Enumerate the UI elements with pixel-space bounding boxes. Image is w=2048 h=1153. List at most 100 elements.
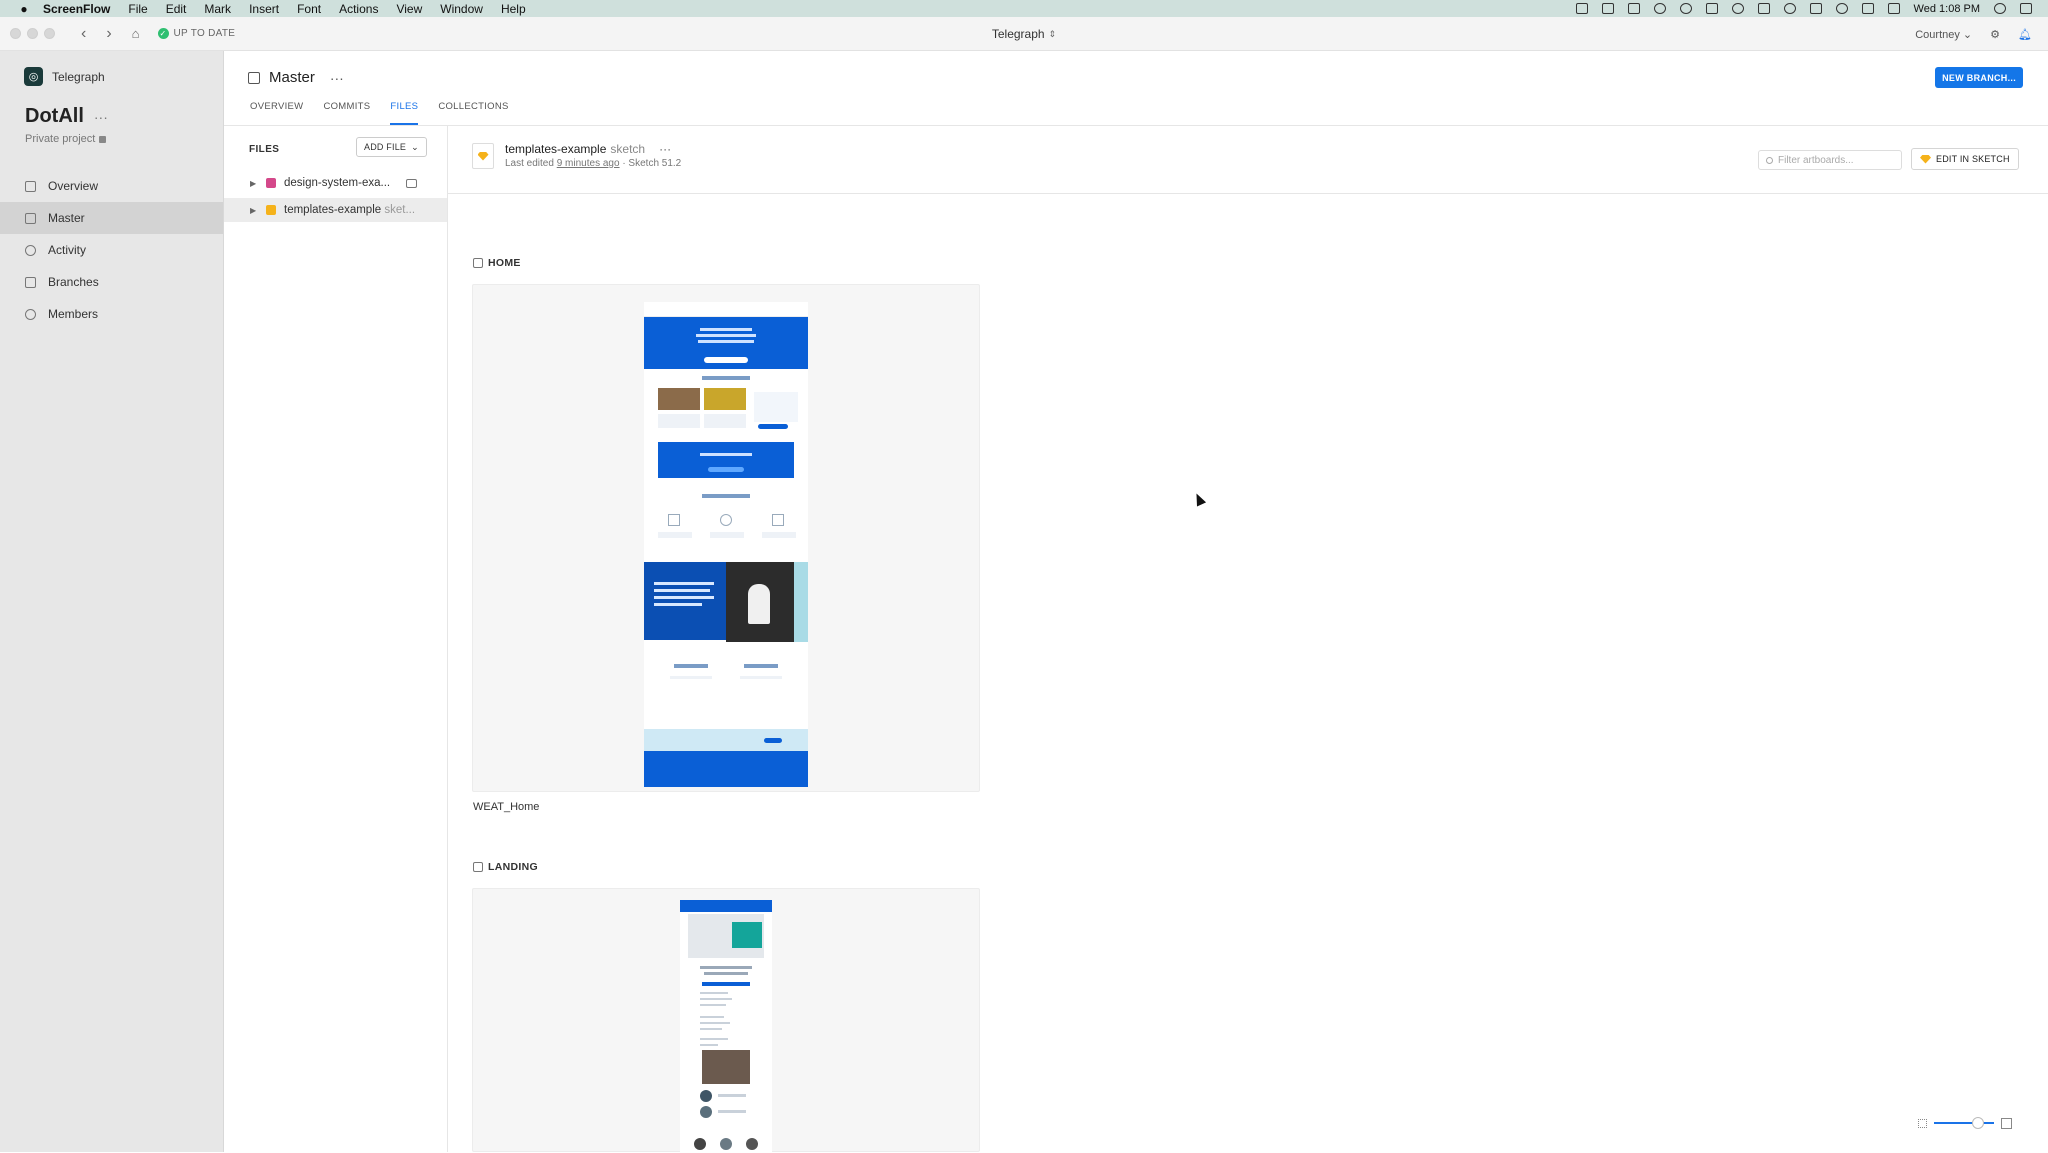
artboard-preview-landing: [680, 900, 772, 1153]
branch-header: Master ···: [248, 69, 344, 86]
person-icon: [25, 308, 36, 320]
tab-commits[interactable]: COMMITS: [323, 101, 370, 125]
app-titlebar: ‹ › ⌂ ✓ UP TO DATE Telegraph ⇕ Courtney …: [0, 17, 2048, 51]
display-icon[interactable]: [1757, 3, 1770, 14]
tab-files[interactable]: FILES: [390, 101, 419, 125]
sidebar-item-overview[interactable]: Overview: [0, 170, 223, 202]
sync-status: ✓ UP TO DATE: [157, 28, 236, 39]
forward-arrow-icon[interactable]: ›: [106, 25, 111, 43]
file-row-selected[interactable]: ▶ templates-example sket...: [224, 198, 447, 222]
menu-mark[interactable]: Mark: [204, 2, 231, 16]
artboard-card-home[interactable]: [472, 284, 980, 792]
extension-icon[interactable]: [1601, 3, 1614, 14]
tab-collections[interactable]: COLLECTIONS: [438, 101, 508, 125]
menu-insert[interactable]: Insert: [249, 2, 279, 16]
brand-name: Telegraph: [52, 69, 105, 84]
bluetooth-icon[interactable]: [1809, 3, 1822, 14]
edited-time-link[interactable]: 9 minutes ago: [557, 158, 620, 169]
time-machine-icon[interactable]: [1783, 3, 1796, 14]
zoom-slider-thumb[interactable]: [1972, 1117, 1984, 1129]
large-grid-icon[interactable]: [2001, 1117, 2012, 1129]
menu-font[interactable]: Font: [297, 2, 321, 16]
wifi-icon[interactable]: [1835, 3, 1848, 14]
branch-icon: [25, 212, 36, 224]
spotlight-icon[interactable]: [1994, 3, 2006, 14]
project-switcher[interactable]: Telegraph ⇕: [0, 17, 2048, 51]
sidebar-item-master[interactable]: Master: [0, 202, 223, 234]
section-landing: LANDING: [473, 861, 538, 873]
main-area: Master ··· OVERVIEW COMMITS FILES COLLEC…: [224, 51, 2048, 1153]
document-more-button[interactable]: ···: [659, 142, 671, 156]
small-grid-icon[interactable]: [1918, 1118, 1927, 1128]
section-label: HOME: [488, 257, 521, 269]
filter-artboards-input[interactable]: Filter artboards...: [1758, 150, 1902, 170]
keyboard-icon[interactable]: [1887, 3, 1900, 14]
sketch-file-icon: [266, 178, 276, 188]
sidebar-item-members[interactable]: Members: [0, 298, 223, 330]
volume-icon[interactable]: [1861, 3, 1874, 14]
notification-bell-icon[interactable]: 🔔︎: [2018, 28, 2032, 41]
branch-more-button[interactable]: ···: [330, 70, 344, 86]
settings-gear-icon[interactable]: ⚙: [1990, 28, 2000, 41]
project-switcher-label[interactable]: Telegraph: [992, 27, 1045, 41]
artboard-card-landing[interactable]: [472, 888, 980, 1153]
edited-prefix: Last edited: [505, 158, 557, 169]
back-arrow-icon[interactable]: ‹: [81, 25, 86, 43]
user-menu[interactable]: Courtney ⌄: [1915, 28, 1972, 41]
sync-icon[interactable]: [1653, 3, 1666, 14]
brand[interactable]: ◎ Telegraph: [24, 67, 105, 86]
artboard-preview-home: [644, 302, 808, 787]
window-controls: [10, 28, 55, 39]
artboard-group-icon: [473, 258, 483, 268]
close-window-button[interactable]: [10, 28, 21, 39]
tab-overview[interactable]: OVERVIEW: [250, 101, 303, 125]
check-circle-icon: ✓: [157, 28, 169, 39]
comment-icon[interactable]: [406, 178, 418, 188]
sidebar-item-label: Members: [48, 307, 99, 321]
user-name[interactable]: Courtney: [1915, 29, 1960, 41]
menu-app-name[interactable]: ScreenFlow: [43, 2, 110, 16]
edit-in-sketch-button[interactable]: EDIT IN SKETCH: [1911, 148, 2019, 170]
new-branch-button[interactable]: NEW BRANCH...: [1935, 67, 2023, 88]
menu-help[interactable]: Help: [501, 2, 526, 16]
menu-actions[interactable]: Actions: [339, 2, 378, 16]
notification-center-icon[interactable]: [2020, 3, 2032, 14]
sidebar: ◎ Telegraph DotAll ··· Private project O…: [0, 51, 224, 1152]
project-title: DotAll ···: [25, 105, 108, 128]
cloud-icon[interactable]: [1731, 3, 1744, 14]
zoom-slider[interactable]: [1934, 1117, 1994, 1129]
sidebar-item-activity[interactable]: Activity: [0, 234, 223, 266]
branches-icon: [25, 276, 36, 288]
zoom-window-button[interactable]: [44, 28, 55, 39]
project-more-button[interactable]: ···: [94, 109, 108, 125]
app-icon[interactable]: [1705, 3, 1718, 14]
add-file-button[interactable]: ADD FILE ⌄: [356, 137, 427, 157]
menubar-clock[interactable]: Wed 1:08 PM: [1914, 3, 1980, 15]
project-visibility: Private project: [25, 133, 107, 145]
apple-icon[interactable]: ●: [16, 2, 32, 16]
updown-chevron-icon[interactable]: ⇕: [1049, 29, 1057, 40]
artboard-name-home[interactable]: WEAT_Home: [473, 801, 539, 813]
menu-window[interactable]: Window: [440, 2, 483, 16]
expand-caret-icon[interactable]: ▶: [250, 179, 258, 188]
file-row[interactable]: ▶ design-system-exa...: [224, 171, 447, 195]
menu-edit[interactable]: Edit: [166, 2, 187, 16]
home-icon[interactable]: ⌂: [132, 26, 140, 41]
filter-placeholder: Filter artboards...: [1778, 154, 1854, 166]
screen-record-icon[interactable]: [1575, 3, 1588, 14]
document-title: templates-example sketch ···: [505, 142, 671, 156]
section-label: LANDING: [488, 861, 538, 873]
sidebar-item-branches[interactable]: Branches: [0, 266, 223, 298]
file-name-text: templates-example: [284, 204, 382, 216]
info-icon[interactable]: [1679, 3, 1692, 14]
expand-caret-icon[interactable]: ▶: [250, 206, 258, 215]
minimize-window-button[interactable]: [27, 28, 38, 39]
sketch-file-icon: [266, 205, 276, 215]
dropbox-icon[interactable]: [1627, 3, 1640, 14]
menu-file[interactable]: File: [128, 2, 147, 16]
chevron-down-icon: ⌄: [411, 141, 419, 152]
sketch-document-icon: [472, 143, 494, 169]
section-home: HOME: [473, 257, 521, 269]
zoom-control[interactable]: [1918, 1114, 2024, 1132]
menu-view[interactable]: View: [396, 2, 422, 16]
